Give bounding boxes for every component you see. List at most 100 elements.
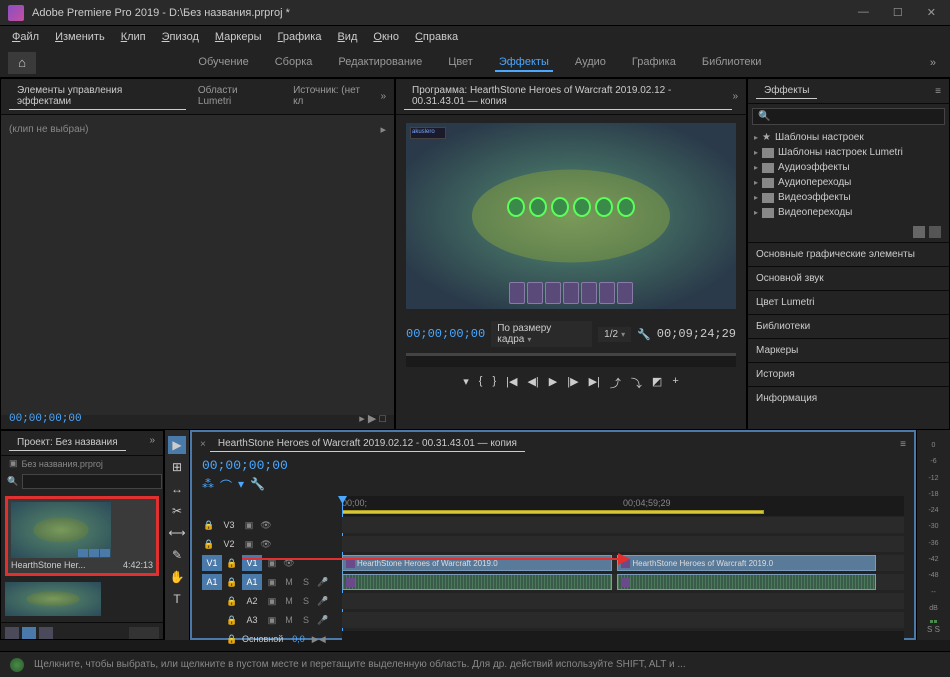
voice-icon[interactable]: 🎤 — [316, 613, 330, 627]
lock-icon[interactable]: 🔒 — [225, 613, 239, 627]
button-editor-icon[interactable]: + — [672, 375, 678, 391]
workspace-tab-graphics[interactable]: Графика — [628, 54, 680, 72]
master-value[interactable]: 0,0 — [292, 634, 305, 644]
solo-icon[interactable]: S — [299, 594, 313, 608]
solo-indicators[interactable]: S S — [925, 623, 942, 636]
effects-folder-audio-transitions[interactable]: ▸Аудиопереходы — [754, 175, 943, 190]
settings-icon[interactable]: 🔧 — [250, 477, 265, 494]
icon-view-icon[interactable] — [22, 627, 36, 639]
zoom-slider-icon[interactable] — [129, 627, 159, 639]
audio-clip-2[interactable] — [617, 574, 876, 590]
track-label-v3[interactable]: V3 — [219, 517, 239, 533]
workspace-tab-effects[interactable]: Эффекты — [495, 54, 553, 72]
source-v1[interactable]: V1 — [202, 555, 222, 571]
lock-icon[interactable]: 🔒 — [202, 518, 216, 532]
add-marker-icon[interactable]: ▾ — [463, 375, 469, 391]
slip-tool[interactable]: ⟷ — [168, 524, 186, 542]
resolution-dropdown[interactable]: 1/2 — [598, 327, 631, 342]
menu-window[interactable]: Окно — [365, 29, 407, 45]
go-to-out-icon[interactable]: ▶| — [589, 375, 600, 391]
timeline-timecode[interactable]: 00;00;00;00 — [202, 458, 288, 473]
workspace-tab-audio[interactable]: Аудио — [571, 54, 610, 72]
workspace-tab-libraries[interactable]: Библиотеки — [698, 54, 766, 72]
home-button[interactable]: ⌂ — [8, 52, 36, 74]
panel-essential-graphics[interactable]: Основные графические элементы — [748, 242, 949, 266]
workspace-overflow-button[interactable]: » — [924, 57, 942, 69]
panel-overflow-button[interactable]: » — [732, 91, 738, 102]
sequence-tab[interactable]: HearthStone Heroes of Warcraft 2019.02.1… — [210, 436, 525, 452]
effects-folder-presets[interactable]: ▸★Шаблоны настроек — [754, 130, 943, 145]
project-overflow-button[interactable]: » — [149, 435, 155, 451]
track-label-v2[interactable]: V2 — [219, 536, 239, 552]
menu-clip[interactable]: Клип — [113, 29, 154, 45]
timeline-ruler[interactable]: 00;00; 00;04;59;29 — [342, 496, 904, 516]
workspace-tab-assembly[interactable]: Сборка — [271, 54, 317, 72]
panel-info[interactable]: Информация — [748, 386, 949, 410]
play-icon[interactable]: ▶ — [549, 375, 557, 391]
razor-tool[interactable]: ✂ — [168, 502, 186, 520]
program-timecode-current[interactable]: 00;00;00;00 — [406, 327, 485, 341]
voice-icon[interactable]: 🎤 — [316, 594, 330, 608]
marker-icon[interactable]: ▾ — [238, 477, 244, 494]
panel-lumetri-color[interactable]: Цвет Lumetri — [748, 290, 949, 314]
video-clip-2[interactable]: HearthStone Heroes of Warcraft 2019.0 — [617, 555, 876, 571]
effects-folder-audio-effects[interactable]: ▸Аудиоэффекты — [754, 160, 943, 175]
mute-icon[interactable]: M — [282, 594, 296, 608]
playhead-toggle-icon[interactable]: ▸ — [380, 123, 386, 136]
eye-icon[interactable]: 👁 — [259, 537, 273, 551]
audio-clip-1[interactable] — [342, 574, 612, 590]
target-icon[interactable]: ▣ — [265, 594, 279, 608]
menu-sequence[interactable]: Эпизод — [154, 29, 207, 45]
effects-folder-lumetri-presets[interactable]: ▸Шаблоны настроек Lumetri — [754, 145, 943, 160]
new-bin-icon[interactable] — [913, 226, 925, 238]
lock-icon[interactable]: 🔒 — [202, 537, 216, 551]
zoom-fit-dropdown[interactable]: По размеру кадра — [491, 321, 592, 347]
project-title[interactable]: Проект: Без названия — [9, 435, 126, 451]
workspace-tab-learning[interactable]: Обучение — [194, 54, 252, 72]
effects-folder-video-effects[interactable]: ▸Видеоэффекты — [754, 190, 943, 205]
menu-edit[interactable]: Изменить — [47, 29, 113, 45]
effects-search-input[interactable] — [752, 108, 945, 125]
target-icon[interactable]: ▣ — [265, 575, 279, 589]
ec-nav-icon[interactable]: ▸ ▶ □ — [359, 412, 386, 425]
menu-graphics[interactable]: Графика — [270, 29, 330, 45]
export-frame-icon[interactable]: ◩ — [652, 375, 662, 391]
extract-icon[interactable]: ⤵ — [631, 375, 642, 391]
minimize-button[interactable]: — — [852, 6, 875, 19]
list-view-icon[interactable] — [5, 627, 19, 639]
type-tool[interactable]: T — [168, 590, 186, 608]
mark-in-icon[interactable]: { — [479, 375, 483, 391]
panel-menu-icon[interactable]: ≡ — [935, 86, 941, 97]
effects-folder-video-transitions[interactable]: ▸Видеопереходы — [754, 205, 943, 220]
eye-icon[interactable]: 👁 — [259, 518, 273, 532]
menu-help[interactable]: Справка — [407, 29, 466, 45]
program-title[interactable]: Программа: HearthStone Heroes of Warcraf… — [404, 83, 732, 110]
source-a1[interactable]: A1 — [202, 574, 222, 590]
mute-icon[interactable]: M — [282, 613, 296, 627]
project-clip-2[interactable] — [5, 582, 159, 616]
solo-icon[interactable]: S — [299, 575, 313, 589]
maximize-button[interactable]: ☐ — [887, 6, 909, 19]
ripple-edit-tool[interactable]: ↔ — [168, 480, 186, 498]
panel-markers[interactable]: Маркеры — [748, 338, 949, 362]
target-icon[interactable]: ▣ — [265, 613, 279, 627]
tab-source[interactable]: Источник: (нет кл — [285, 83, 380, 110]
target-icon[interactable]: ▣ — [242, 518, 256, 532]
step-forward-icon[interactable]: |▶ — [567, 375, 578, 391]
panel-overflow-button[interactable]: » — [380, 91, 386, 102]
panel-menu-icon[interactable]: ≡ — [900, 439, 906, 450]
menu-view[interactable]: Вид — [329, 29, 365, 45]
menu-file[interactable]: Файл — [4, 29, 47, 45]
workspace-tab-color[interactable]: Цвет — [444, 54, 477, 72]
lift-icon[interactable]: ⤴ — [610, 375, 621, 391]
lock-icon[interactable]: 🔒 — [225, 594, 239, 608]
track-label-a2[interactable]: A2 — [242, 593, 262, 609]
project-clip-highlighted[interactable]: HearthStone Her... 4:42:13 — [5, 496, 159, 576]
effects-panel-title[interactable]: Эффекты — [756, 83, 817, 99]
panel-history[interactable]: История — [748, 362, 949, 386]
tab-lumetri-scopes[interactable]: Области Lumetri — [190, 83, 281, 110]
panel-essential-sound[interactable]: Основной звук — [748, 266, 949, 290]
go-to-in-icon[interactable]: |◀ — [506, 375, 517, 391]
lock-icon[interactable]: 🔒 — [225, 575, 239, 589]
lock-icon[interactable]: 🔒 — [225, 556, 239, 570]
